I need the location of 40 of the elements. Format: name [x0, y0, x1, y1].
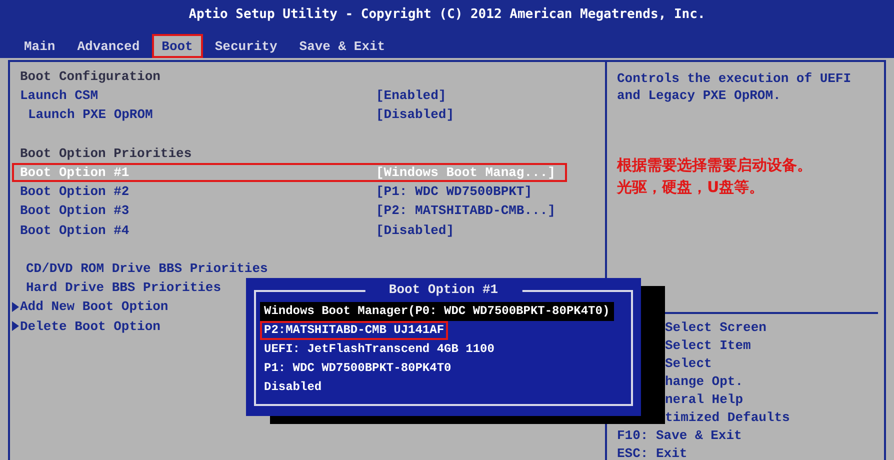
key-hint: neral Help: [664, 391, 744, 409]
setting-value[interactable]: [Disabled]: [376, 107, 559, 123]
setting-label[interactable]: Boot Option #2: [20, 184, 376, 200]
dialog-option[interactable]: Windows Boot Manager(P0: WDC WD7500BPKT-80PK4T0): [260, 302, 614, 321]
dialog-option[interactable]: UEFI: JetFlashTranscend 4GB 1100: [260, 340, 498, 359]
annotation-note: 光驱，硬盘，U盘等。: [617, 177, 764, 198]
menu-item[interactable]: Add New Boot Option: [20, 299, 168, 314]
setting-value[interactable]: [P1: WDC WD7500BPKT]: [376, 184, 559, 200]
setting-label[interactable]: Launch CSM: [20, 88, 376, 104]
menu-tab[interactable]: Advanced: [67, 34, 150, 58]
key-hint: Select Screen: [664, 319, 768, 337]
submenu-item[interactable]: CD/DVD ROM Drive BBS Priorities: [20, 260, 376, 276]
triangle-icon: [12, 302, 19, 312]
section-heading: Boot Configuration: [20, 69, 162, 84]
key-hint: timized Defaults: [664, 409, 791, 427]
annotation-note: 根据需要选择需要启动设备。: [617, 155, 812, 176]
help-text: Controls the execution of UEFI and Legacy PXE OpROM.: [617, 70, 852, 104]
dialog-option[interactable]: Disabled: [260, 378, 326, 397]
menu-tab[interactable]: Boot: [152, 34, 203, 58]
setting-label[interactable]: Launch PXE OpROM: [20, 107, 376, 123]
key-hint: ESC: Exit: [617, 445, 688, 460]
setting-value[interactable]: [Disabled]: [376, 222, 559, 238]
setting-label[interactable]: Boot Option #3: [20, 203, 376, 218]
menu-tab[interactable]: Security: [204, 34, 288, 58]
setting-label[interactable]: Boot Option #4: [20, 222, 376, 238]
menu-tab[interactable]: Save & Exit: [289, 34, 396, 58]
key-hint: Select Item: [664, 337, 752, 355]
key-hint: F10: Save & Exit: [617, 427, 743, 445]
dialog-option[interactable]: P1: WDC WD7500BPKT-80PK4T0: [260, 359, 456, 378]
dialog-title: Boot Option #1: [364, 282, 522, 298]
triangle-icon: [12, 321, 19, 332]
key-hint: hange Opt.: [664, 373, 744, 391]
window-title: Aptio Setup Utility - Copyright (C) 2012 American Megatrends, Inc.: [188, 6, 706, 24]
key-hint: Select: [664, 355, 713, 373]
setting-value[interactable]: [Enabled]: [376, 88, 559, 104]
dialog-option[interactable]: P2:MATSHITABD-CMB UJ141AF: [260, 321, 448, 340]
setting-value[interactable]: [P2: MATSHITABD-CMB...]: [376, 203, 559, 218]
menu-item[interactable]: Delete Boot Option: [20, 318, 160, 334]
section-heading: Boot Option Priorities: [20, 146, 193, 161]
menu-tab[interactable]: Main: [14, 34, 66, 58]
